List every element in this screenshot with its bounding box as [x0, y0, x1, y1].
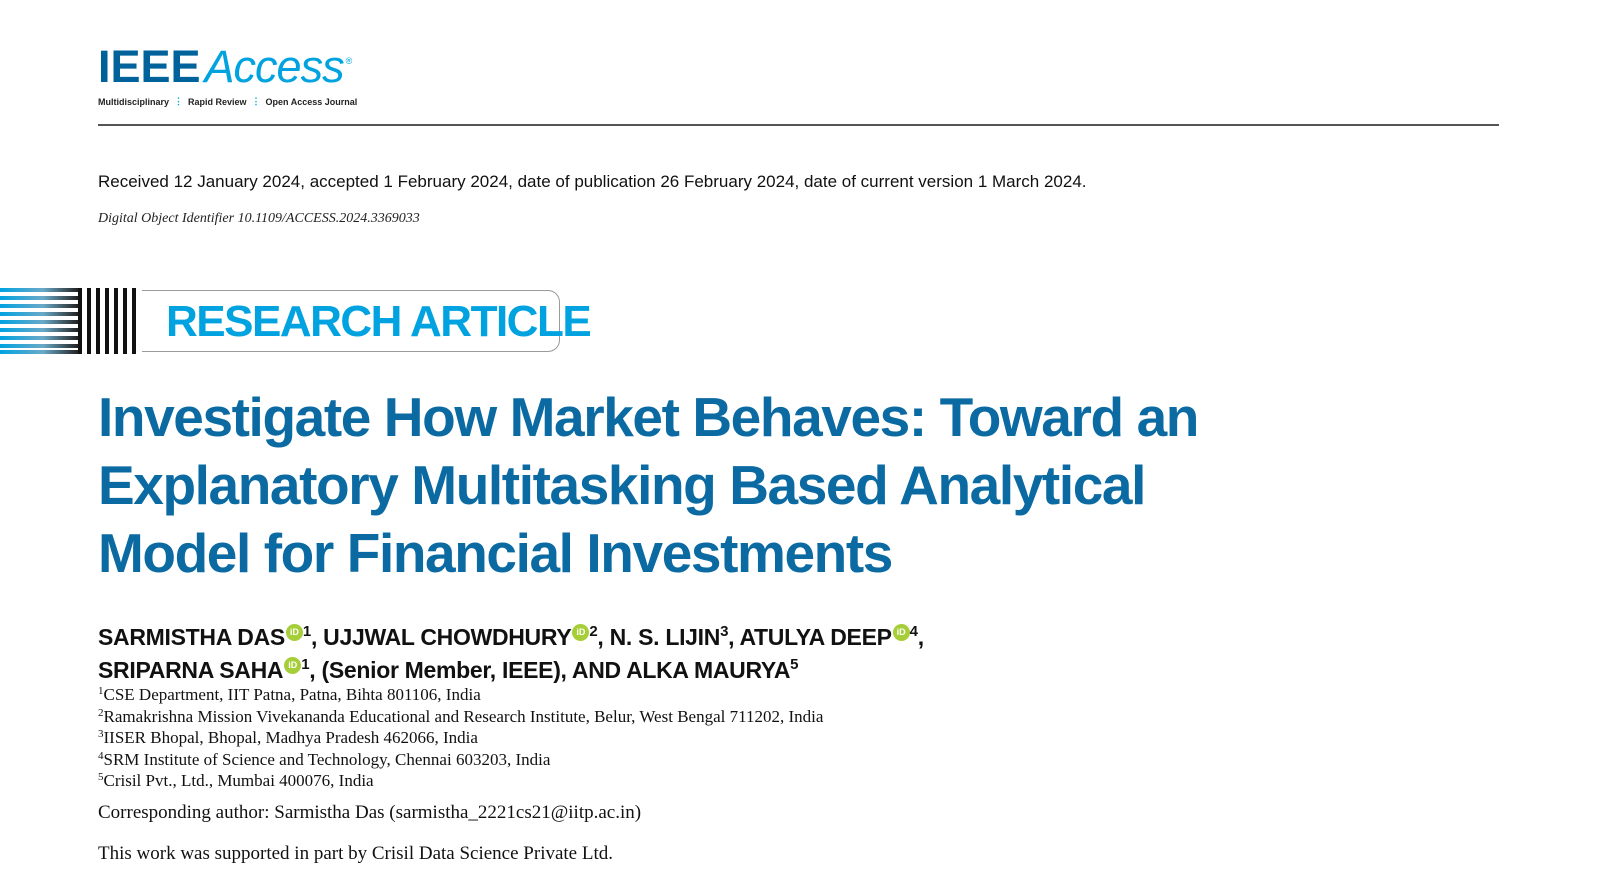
orcid-icon[interactable]: iD [285, 624, 303, 641]
banner-stripes-graphic [0, 288, 78, 354]
affiliation-text: Ramakrishna Mission Vivekananda Educatio… [103, 706, 824, 726]
tagline-rapid-review: Rapid Review [188, 96, 247, 107]
logo-wordmark: IEEE Access ® [98, 44, 357, 90]
affiliation-item: 2Ramakrishna Mission Vivekananda Educati… [98, 706, 823, 728]
doi-line: Digital Object Identifier 10.1109/ACCESS… [98, 211, 420, 226]
author-separator: , [917, 624, 924, 650]
affiliation-text: SRM Institute of Science and Technology,… [103, 749, 551, 769]
tagline-separator: ⋮ [251, 96, 261, 106]
paper-title: Investigate How Market Behaves: Toward a… [98, 383, 1298, 587]
tagline-separator: ⋮ [174, 96, 184, 106]
logo-tagline: Multidisciplinary ⋮ Rapid Review ⋮ Open … [98, 96, 357, 107]
received-dates: Received 12 January 2024, accepted 1 Feb… [98, 172, 1087, 191]
orcid-icon[interactable]: iD [892, 624, 910, 641]
affiliation-text: Crisil Pvt., Ltd., Mumbai 400076, India [103, 771, 374, 791]
author-separator: , [597, 624, 610, 650]
journal-logo: IEEE Access ® Multidisciplinary ⋮ Rapid … [98, 44, 357, 107]
author-list: SARMISTHA DAS iD 1, UJJWAL CHOWDHURY iD 2, N… [98, 621, 1298, 687]
affiliation-list: 1CSE Department, IIT Patna, Patna, Bihta… [98, 684, 823, 792]
logo-registered-mark: ® [345, 56, 353, 66]
title-line: Explanatory Multitasking Based Analytica… [98, 454, 1146, 516]
author-name: SARMISTHA DAS [98, 624, 285, 650]
author-line-1: SARMISTHA DAS iD 1, UJJWAL CHOWDHURY iD 2, N… [98, 621, 1298, 654]
author-separator: , [310, 624, 324, 650]
title-line: Model for Financial Investments [98, 522, 893, 584]
affiliation-text: IISER Bhopal, Bhopal, Madhya Pradesh 462… [103, 728, 478, 748]
author-name: SRIPARNA SAHA [98, 657, 284, 683]
author-affiliation-number: 5 [790, 656, 799, 673]
banner-bars-graphic [78, 288, 136, 354]
author-name: ALKA MAURYA [626, 657, 791, 683]
affiliation-item: 5Crisil Pvt., Ltd., Mumbai 400076, India [98, 770, 823, 792]
affiliation-item: 1CSE Department, IIT Patna, Patna, Bihta… [98, 684, 823, 706]
affiliation-item: 4SRM Institute of Science and Technology… [98, 749, 823, 771]
author-affiliation-number: 1 [302, 623, 311, 640]
logo-ieee-text: IEEE [98, 41, 201, 92]
affiliation-item: 3IISER Bhopal, Bhopal, Madhya Pradesh 46… [98, 727, 823, 749]
author-name: UJJWAL CHOWDHURY [323, 624, 572, 650]
tagline-multidisciplinary: Multidisciplinary [98, 96, 170, 107]
author-affiliation-number: 4 [909, 623, 918, 640]
logo-access-text: Access [204, 41, 345, 92]
corresponding-author: Corresponding author: Sarmistha Das (sar… [98, 802, 642, 823]
title-line: Investigate How Market Behaves: Toward a… [98, 386, 1199, 448]
orcid-icon[interactable]: iD [284, 657, 302, 674]
author-separator: , (Senior Member, IEEE), AND [309, 657, 627, 683]
orcid-icon[interactable]: iD [572, 624, 590, 641]
author-line-2: SRIPARNA SAHA iD 1, (Senior Member, IEEE),… [98, 654, 1298, 687]
header-divider [98, 124, 1499, 126]
author-name: ATULYA DEEP [739, 624, 892, 650]
author-affiliation-number: 3 [720, 623, 729, 640]
affiliation-text: CSE Department, IIT Patna, Patna, Bihta … [103, 685, 481, 704]
author-separator: , [728, 624, 740, 650]
article-type-label: RESEARCH ARTICLE [166, 297, 592, 346]
author-name: N. S. LIJIN [609, 624, 721, 650]
tagline-open-access: Open Access Journal [265, 96, 358, 107]
funding-note: This work was supported in part by Crisi… [98, 843, 614, 864]
